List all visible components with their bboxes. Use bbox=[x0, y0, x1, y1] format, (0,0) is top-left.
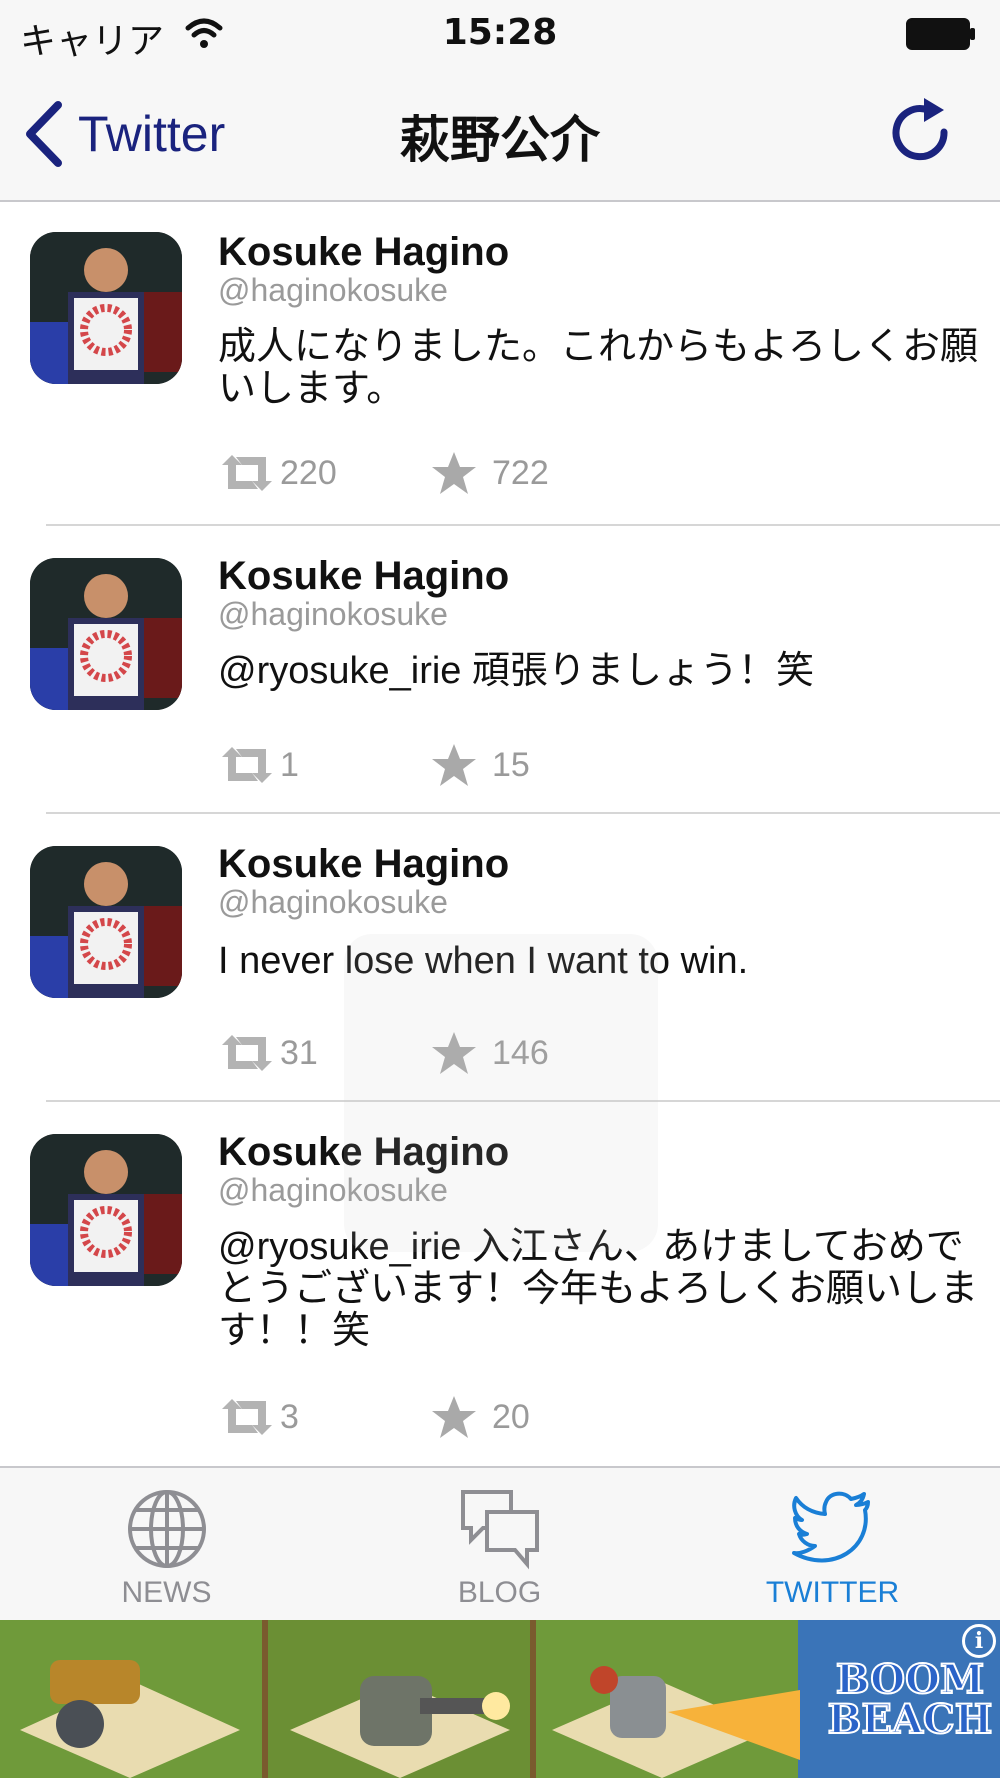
status-bar: キャリア 15:28 bbox=[0, 0, 1000, 68]
tweet-list[interactable]: Kosuke Hagino @haginokosuke 成人になりました。これか… bbox=[0, 204, 1000, 1466]
favorite-count: 15 bbox=[492, 745, 530, 784]
retweet-icon[interactable] bbox=[218, 451, 276, 495]
tweet-author-name: Kosuke Hagino bbox=[218, 554, 510, 598]
avatar[interactable] bbox=[30, 558, 182, 710]
chat-bubbles-icon bbox=[461, 1490, 539, 1570]
page-title: 萩野公介 bbox=[400, 111, 600, 169]
tweet-author-handle: @haginokosuke bbox=[218, 272, 448, 308]
tab-blog-label: BLOG bbox=[457, 1576, 542, 1609]
star-icon[interactable] bbox=[430, 449, 478, 497]
favorite-count: 20 bbox=[492, 1397, 530, 1436]
globe-icon bbox=[128, 1490, 206, 1568]
twitter-bird-icon bbox=[792, 1491, 870, 1563]
avatar-photo bbox=[30, 846, 182, 998]
tweet-row[interactable]: Kosuke Hagino @haginokosuke 成人になりました。これか… bbox=[0, 204, 1000, 526]
battery-icon bbox=[906, 18, 975, 50]
retweet-count: 220 bbox=[280, 453, 337, 492]
tab-news[interactable]: NEWS bbox=[0, 1468, 333, 1622]
avatar-photo bbox=[30, 232, 182, 384]
retweet-icon[interactable] bbox=[218, 1395, 276, 1439]
tab-twitter[interactable]: TWITTER bbox=[666, 1468, 999, 1622]
avatar-photo bbox=[30, 1134, 182, 1286]
tweet-author-handle: @haginokosuke bbox=[218, 884, 448, 920]
refresh-icon[interactable] bbox=[888, 96, 958, 172]
star-icon[interactable] bbox=[430, 741, 478, 789]
navigation-bar: Twitter 萩野公介 bbox=[0, 68, 1000, 202]
ad-brand-logo: BOOM BEACH bbox=[827, 1656, 994, 1743]
retweet-count: 3 bbox=[280, 1397, 299, 1436]
tweet-actions: 3 20 bbox=[218, 1392, 530, 1442]
tweet-text: @ryosuke_irie 頑張りましょう！笑 bbox=[218, 650, 814, 692]
tweet-row[interactable]: Kosuke Hagino @haginokosuke @ryosuke_iri… bbox=[0, 526, 1000, 814]
retweet-icon[interactable] bbox=[218, 743, 276, 787]
tweet-text: 成人になりました。これからもよろしくお願いします。 bbox=[218, 326, 979, 410]
tweet-author-name: Kosuke Hagino bbox=[218, 230, 510, 274]
avatar[interactable] bbox=[30, 1134, 182, 1286]
status-time: 15:28 bbox=[442, 12, 558, 53]
avatar[interactable] bbox=[30, 232, 182, 384]
loading-overlay bbox=[344, 934, 658, 1252]
retweet-count: 1 bbox=[280, 745, 299, 784]
avatar[interactable] bbox=[30, 846, 182, 998]
avatar-photo bbox=[30, 558, 182, 710]
tab-bar: NEWS BLOG TWITTER bbox=[0, 1466, 1000, 1620]
ad-banner[interactable]: BOOM BEACH i bbox=[0, 1620, 1000, 1778]
star-icon[interactable] bbox=[430, 1393, 478, 1441]
retweet-icon[interactable] bbox=[218, 1031, 276, 1075]
tweet-author-name: Kosuke Hagino bbox=[218, 842, 510, 886]
tweet-actions: 220 722 bbox=[218, 448, 549, 498]
tweet-author-handle: @haginokosuke bbox=[218, 596, 448, 632]
tab-news-label: NEWS bbox=[121, 1576, 212, 1609]
tab-blog[interactable]: BLOG bbox=[333, 1468, 666, 1622]
tweet-actions: 1 15 bbox=[218, 740, 530, 790]
tab-twitter-label: TWITTER bbox=[765, 1576, 900, 1609]
ad-info-icon[interactable]: i bbox=[962, 1624, 996, 1658]
favorite-count: 722 bbox=[492, 453, 549, 492]
